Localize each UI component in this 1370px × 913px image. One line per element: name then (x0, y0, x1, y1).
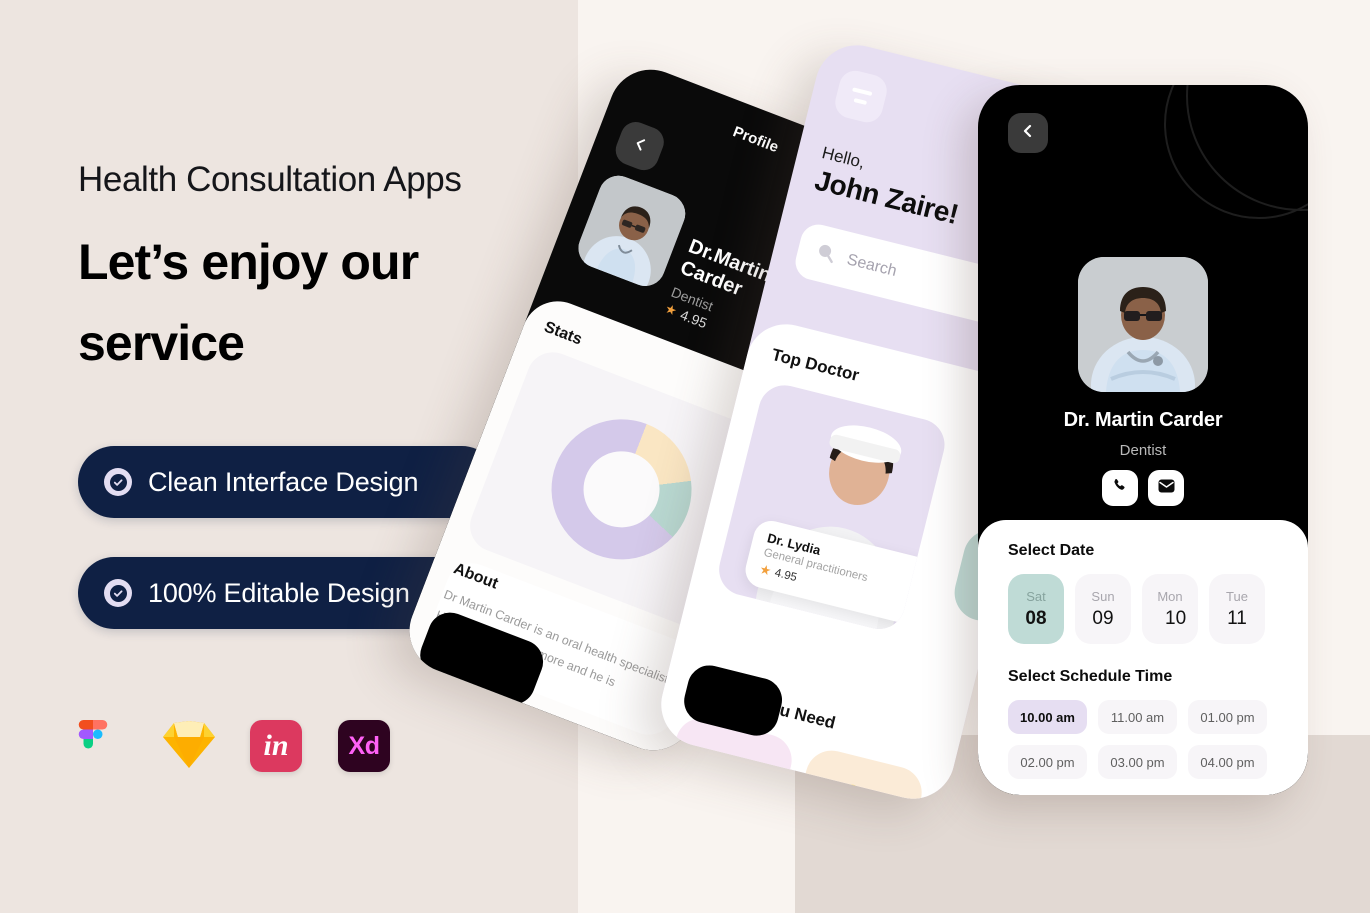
time-chip-1000am[interactable]: 10.00 am (1008, 700, 1087, 734)
search-icon (813, 240, 838, 269)
back-button[interactable] (611, 117, 669, 175)
avatar (572, 169, 692, 292)
date-chip-day: 09 (1092, 608, 1114, 630)
doctor-name: Dr. Martin Carder (1063, 409, 1223, 431)
time-chip-0300pm[interactable]: 03.00 pm (1098, 745, 1177, 779)
time-picker: 10.00 am 11.00 am 01.00 pm 02.00 pm 03.0… (1008, 700, 1278, 779)
star-icon: ★ (662, 300, 680, 319)
rating-value: 4.95 (773, 567, 799, 585)
chevron-left-icon (630, 135, 650, 158)
sketch-logo (162, 720, 215, 772)
time-chip-0100pm[interactable]: 01.00 pm (1188, 700, 1267, 734)
avatar (1078, 257, 1208, 392)
time-chip-0200pm[interactable]: 02.00 pm (1008, 745, 1087, 779)
phone-mockup-booking: Dr. Martin Carder Dentist Select Date Sa… (978, 85, 1308, 795)
date-chip-dow: Sun (1091, 589, 1115, 605)
date-chip-day: 08 (1025, 608, 1047, 630)
date-chip-tue[interactable]: Tue 11 (1209, 574, 1265, 644)
date-chip-sun[interactable]: Sun 09 (1075, 574, 1131, 644)
date-chip-day: 11 (1227, 608, 1247, 630)
eyebrow-text: Health Consultation Apps (78, 160, 462, 199)
page-title: Let’s enjoy our service (78, 234, 419, 371)
chevron-left-icon (1021, 124, 1035, 143)
top-doctor-card[interactable]: Dr. Lydia General practitioners ★ 4.95 (713, 379, 951, 635)
date-chip-mon[interactable]: Mon 10 (1142, 574, 1198, 644)
phone-icon (1112, 477, 1129, 499)
time-chip-0400pm[interactable]: 04.00 pm (1188, 745, 1267, 779)
doctor-specialty: Dentist (1119, 442, 1167, 459)
doctor-contact-actions (978, 470, 1308, 506)
feature-pill-label: 100% Editable Design (148, 577, 410, 608)
adobe-xd-logo: Xd (338, 720, 390, 772)
select-time-label: Select Schedule Time (1008, 668, 1173, 685)
date-chip-day: 10 (1165, 608, 1187, 630)
invision-glyph: in (263, 729, 289, 762)
invision-logo: in (250, 720, 302, 772)
check-circle-icon (104, 579, 132, 607)
date-chip-dow: Sat (1026, 589, 1046, 605)
time-chip-1100am[interactable]: 11.00 am (1098, 700, 1177, 734)
date-picker: Sat 08 Sun 09 Mon 10 Tue 11 (1008, 574, 1278, 644)
message-button[interactable] (1148, 470, 1184, 506)
tool-logo-row: in Xd (74, 720, 390, 772)
feature-pill-clean-interface[interactable]: Clean Interface Design (78, 446, 498, 518)
date-chip-sat[interactable]: Sat 08 (1008, 574, 1064, 644)
date-chip-dow: Tue (1226, 589, 1248, 605)
hamburger-icon[interactable] (831, 67, 891, 126)
search-placeholder: Search (845, 251, 899, 281)
booking-sheet: Select Date Sat 08 Sun 09 Mon 10 Tue 11 … (978, 520, 1308, 795)
envelope-icon (1158, 479, 1175, 498)
xd-glyph: Xd (348, 731, 380, 760)
figma-logo (74, 720, 126, 772)
donut-chart (531, 398, 712, 580)
check-circle-icon (104, 468, 132, 496)
star-icon: ★ (758, 561, 773, 579)
back-button[interactable] (1008, 113, 1048, 153)
date-chip-dow: Mon (1157, 589, 1183, 605)
call-button[interactable] (1102, 470, 1138, 506)
feature-pill-label: Clean Interface Design (148, 466, 419, 497)
select-date-label: Select Date (1008, 542, 1095, 559)
